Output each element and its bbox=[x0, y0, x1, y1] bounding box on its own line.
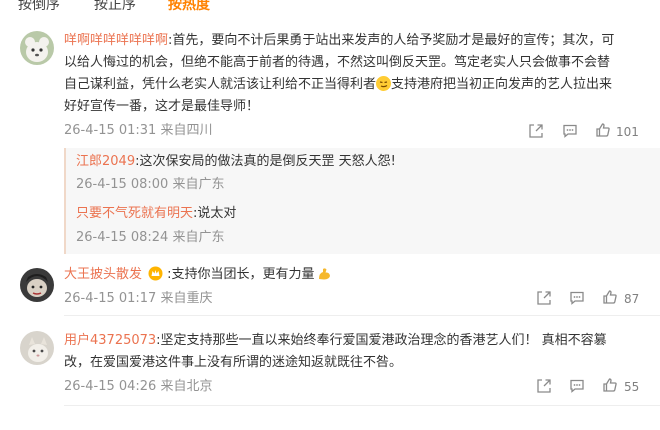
reply-text: 只要不气死就有明天:说太对 bbox=[76, 203, 236, 225]
flexed-biceps-emoji-icon bbox=[317, 266, 332, 281]
avatar[interactable] bbox=[20, 31, 54, 65]
avatar[interactable] bbox=[20, 331, 54, 365]
reply-meta: 26-4-15 08:24 来自广东 bbox=[76, 230, 225, 245]
comment-line-2: 改，在爱国爱港这件事上没有所谓的迷途知返就既往不咎。 bbox=[64, 355, 403, 370]
divider bbox=[64, 405, 660, 406]
reply-content: :这次保安局的做法真的是倒反天罡 天怒人怨! bbox=[135, 154, 396, 169]
sort-tabs: 按倒序 按正序 按热度 bbox=[0, 0, 660, 22]
comment-icon[interactable] bbox=[569, 290, 585, 306]
tab-sort-ascending[interactable]: 按正序 bbox=[94, 0, 136, 14]
tab-sort-descending[interactable]: 按倒序 bbox=[18, 0, 60, 14]
avatar[interactable] bbox=[20, 268, 54, 302]
reply-username[interactable]: 江郎2049 bbox=[76, 154, 135, 169]
comment-username[interactable]: 用户43725073 bbox=[64, 333, 156, 348]
like-count: 101 bbox=[616, 125, 639, 139]
share-icon[interactable] bbox=[536, 378, 552, 394]
comment-line-2: 以给人悔过的机会，但绝不能高于前者的待遇，不然这叫倒反天罡。笃定老实人只会做事不… bbox=[64, 55, 611, 70]
comment-line-4: 好好宣传一番，这才是最佳导师！ bbox=[64, 99, 260, 114]
crown-badge-icon bbox=[148, 266, 163, 281]
tab-sort-by-popularity[interactable]: 按热度 bbox=[168, 0, 210, 14]
comment-meta: 26-4-15 01:31 来自四川 bbox=[64, 123, 213, 138]
comment-meta: 26-4-15 01:17 来自重庆 bbox=[64, 291, 213, 306]
comment-text: 咩啊咩咩咩咩咩啊:首先，要向不计后果勇于站出来发声的人给予奖励才是最好的宣传；其… bbox=[64, 30, 614, 52]
divider bbox=[64, 315, 660, 316]
comment-content: :支持你当团长，更有力量 bbox=[167, 267, 315, 282]
comment-text: 用户43725073:坚定支持那些一直以来始终奉行爱国爱港政治理念的香港艺人们！… bbox=[64, 330, 607, 352]
smirk-emoji-icon bbox=[376, 76, 392, 91]
thumbs-up-icon[interactable] bbox=[602, 289, 618, 305]
comment-username[interactable]: 大王披头散发 bbox=[64, 267, 142, 282]
thumbs-up-icon[interactable] bbox=[595, 122, 611, 138]
comment-icon[interactable] bbox=[569, 378, 585, 394]
reply-meta: 26-4-15 08:00 来自广东 bbox=[76, 177, 225, 192]
like-count: 87 bbox=[624, 292, 640, 306]
comment-meta: 26-4-15 04:26 来自北京 bbox=[64, 379, 213, 394]
comment-line-3-text: 自己谋利益，凭什么老实人就活该让利给不正当得利者 bbox=[64, 77, 377, 92]
reply-text: 江郎2049:这次保安局的做法真的是倒反天罡 天怒人怨! bbox=[76, 151, 396, 173]
comment-line-3-cont: 支持港府把当初正向发声的艺人拉出来 bbox=[391, 77, 613, 92]
thumbs-up-icon[interactable] bbox=[602, 377, 618, 393]
comment-line-3: 自己谋利益，凭什么老实人就活该让利给不正当得利者 支持港府把当初正向发声的艺人拉出… bbox=[64, 74, 612, 96]
comment-line-1: :坚定支持那些一直以来始终奉行爱国爱港政治理念的香港艺人们！ 真相不容篡 bbox=[156, 333, 607, 348]
comment-icon[interactable] bbox=[562, 123, 578, 139]
comment-text: 大王披头散发 :支持你当团长，更有力量 bbox=[64, 264, 332, 286]
reply-content: :说太对 bbox=[193, 206, 237, 221]
comment-line-1: :首先，要向不计后果勇于站出来发声的人给予奖励才是最好的宣传；其次，可 bbox=[168, 33, 615, 48]
comment-username[interactable]: 咩啊咩咩咩咩咩啊 bbox=[64, 33, 168, 48]
reply-username[interactable]: 只要不气死就有明天 bbox=[76, 206, 193, 221]
share-icon[interactable] bbox=[528, 123, 544, 139]
share-icon[interactable] bbox=[536, 290, 552, 306]
like-count: 55 bbox=[624, 380, 640, 394]
